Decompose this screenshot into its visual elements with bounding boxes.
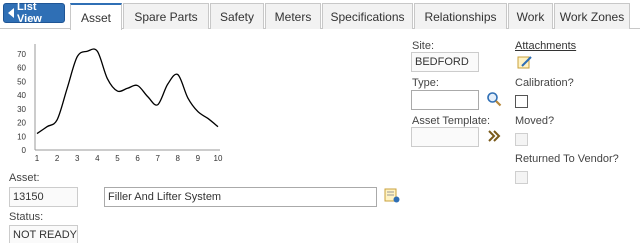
asset-number-field[interactable]: 13150 <box>9 187 78 207</box>
x-tick-label: 4 <box>95 154 100 163</box>
chevron-double-right-icon[interactable] <box>487 130 501 145</box>
status-label: Status: <box>9 211 44 223</box>
moved-label: Moved? <box>515 115 555 127</box>
y-tick-label: 0 <box>22 146 27 155</box>
tab-safety[interactable]: Safety <box>210 3 264 29</box>
tab-asset[interactable]: Asset <box>70 3 122 30</box>
status-field: NOT READY <box>9 225 78 243</box>
tab-work[interactable]: Work <box>508 3 553 29</box>
x-tick-label: 5 <box>115 154 120 163</box>
returned-to-vendor-label: Returned To Vendor? <box>515 153 619 165</box>
arrow-left-icon <box>8 8 14 18</box>
x-tick-label: 2 <box>55 154 60 163</box>
y-tick-label: 50 <box>17 77 26 86</box>
list-view-label: List View <box>17 1 42 25</box>
y-tick-label: 30 <box>17 105 26 114</box>
series-line <box>36 48 219 135</box>
search-icon[interactable] <box>486 91 502 110</box>
y-tick-label: 10 <box>17 132 26 141</box>
y-tick-label: 60 <box>17 64 26 73</box>
type-input[interactable] <box>411 90 479 110</box>
y-tick-label: 40 <box>17 91 26 100</box>
x-tick-label: 8 <box>176 154 181 163</box>
tab-work-zones[interactable]: Work Zones <box>554 3 630 29</box>
calibration-label: Calibration? <box>515 77 574 89</box>
x-tick-label: 9 <box>196 154 201 163</box>
tab-meters[interactable]: Meters <box>265 3 321 29</box>
tab-relationships[interactable]: Relationships <box>414 3 507 29</box>
tab-spare-parts[interactable]: Spare Parts <box>123 3 209 29</box>
site-field: BEDFORD <box>411 52 479 72</box>
x-tick-label: 1 <box>35 154 40 163</box>
returned-to-vendor-checkbox <box>515 171 528 184</box>
site-label: Site: <box>412 40 435 52</box>
tab-bar: List View Asset Spare Parts Safety Meter… <box>0 0 640 30</box>
moved-checkbox <box>515 133 528 146</box>
calibration-checkbox[interactable] <box>515 95 528 108</box>
x-tick-label: 7 <box>155 154 160 163</box>
asset-template-field <box>411 127 479 147</box>
y-tick-label: 70 <box>17 50 26 59</box>
asset-label: Asset: <box>9 172 40 184</box>
x-tick-label: 10 <box>214 154 223 163</box>
list-view-button[interactable]: List View <box>3 1 65 25</box>
asset-template-label: Asset Template: <box>412 115 491 127</box>
attachments-link[interactable]: Attachments <box>515 40 576 52</box>
meter-chart: 0 10 20 30 40 50 60 70 1 2 3 4 5 6 7 8 9 10 <box>17 44 223 163</box>
y-tick-label: 20 <box>17 119 26 128</box>
x-tick-label: 3 <box>75 154 80 163</box>
type-label: Type: <box>412 77 439 89</box>
x-tick-label: 6 <box>135 154 140 163</box>
asset-description-field[interactable]: Filler And Lifter System <box>104 187 377 207</box>
description-detail-icon[interactable] <box>384 187 400 206</box>
attachment-icon[interactable] <box>517 54 533 73</box>
tab-specifications[interactable]: Specifications <box>322 3 413 29</box>
